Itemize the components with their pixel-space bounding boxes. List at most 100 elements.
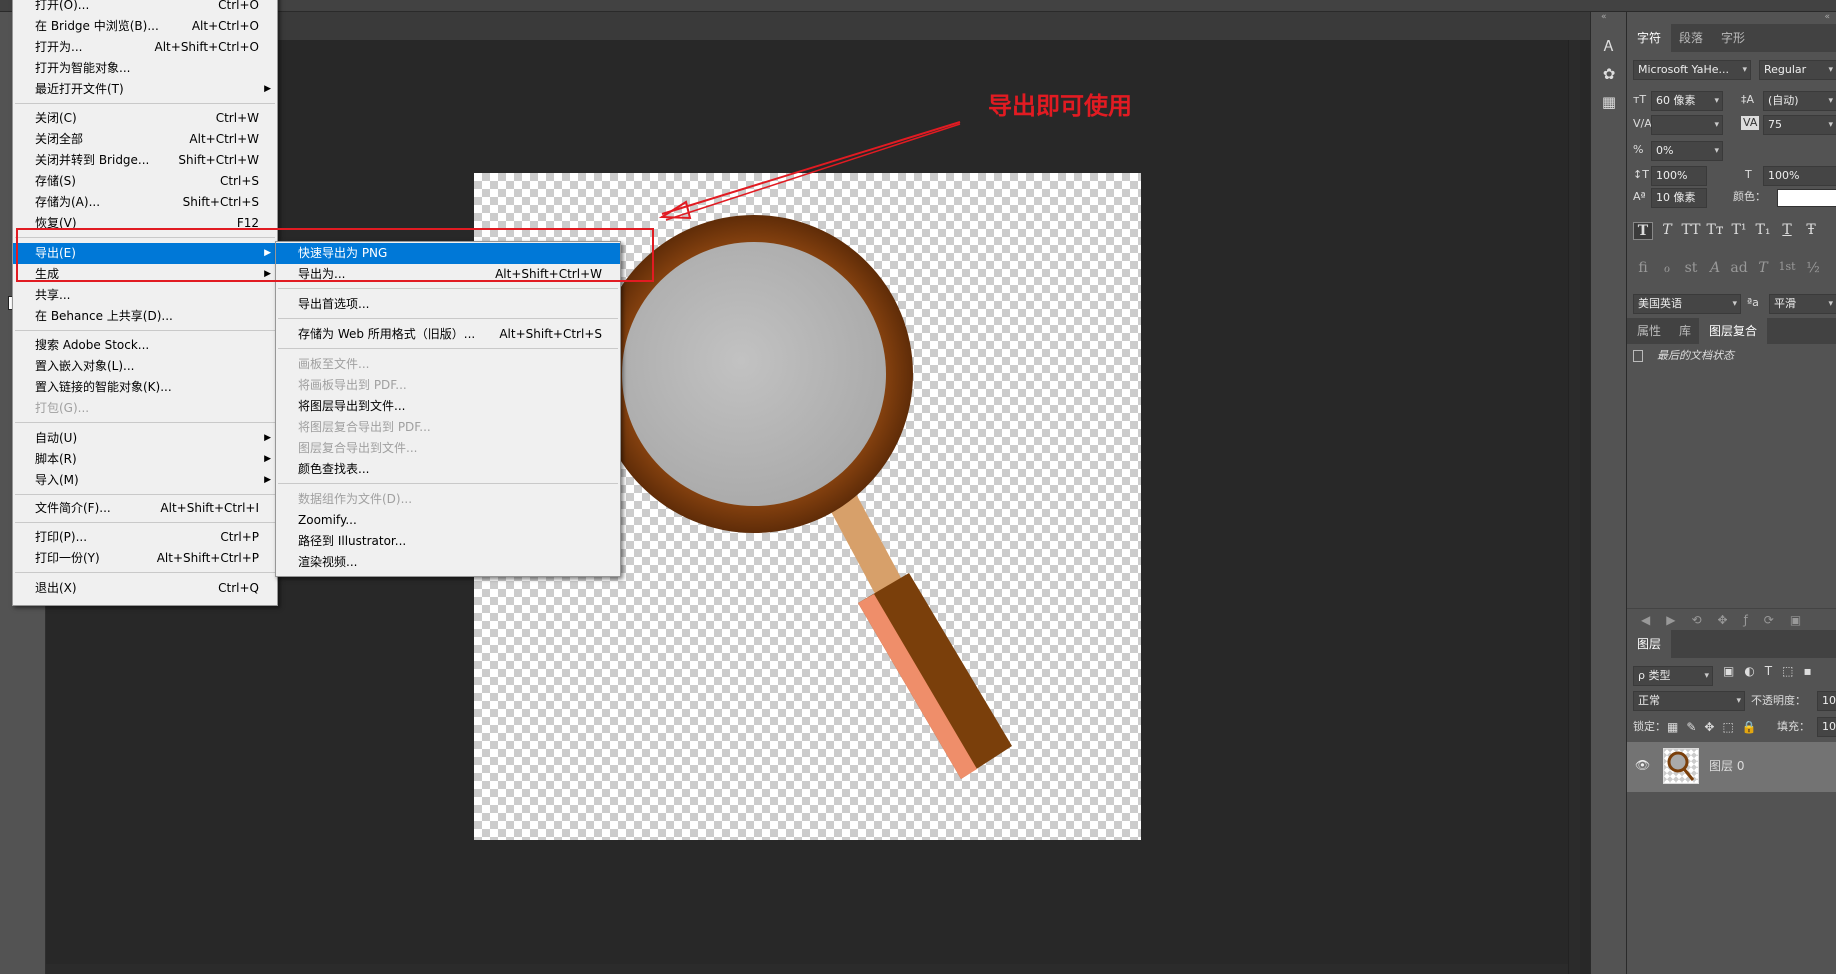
menu-item-automate[interactable]: 自动(U) ▶ <box>13 428 277 449</box>
blend-mode-select[interactable]: 正常 ▾ <box>1633 691 1745 711</box>
menu-item-layers-to-files[interactable]: 将图层导出到文件... <box>276 396 620 417</box>
menu-item-export-preferences[interactable]: 导出首选项... <box>276 294 620 315</box>
menu-item-layer-comps-to-pdf[interactable]: 将图层复合导出到 PDF... <box>276 417 620 438</box>
fractions-button[interactable]: ½ <box>1803 260 1823 276</box>
horizontal-scale-field[interactable]: 100% <box>1763 166 1836 186</box>
menu-separator <box>278 483 618 484</box>
faux-italic-button[interactable]: T <box>1657 222 1677 238</box>
menu-item-render-video[interactable]: 渲染视频... <box>276 552 620 573</box>
menu-item-close-all[interactable]: 关闭全部 Alt+Ctrl+W <box>13 129 277 150</box>
menu-item-artboards-to-files[interactable]: 画板至文件... <box>276 354 620 375</box>
menu-item-import[interactable]: 导入(M) ▶ <box>13 470 277 491</box>
tsume-field[interactable]: 0% ▾ <box>1651 141 1723 161</box>
opacity-field[interactable]: 100% <box>1817 691 1836 711</box>
menu-item-open-smart-object[interactable]: 打开为智能对象... <box>13 58 277 79</box>
grid-icon[interactable]: ▦ <box>1599 92 1619 112</box>
menu-separator <box>15 522 275 523</box>
lock-buttons[interactable]: ▦✎✥⬚🔒 <box>1667 717 1765 737</box>
tab-layer-comps[interactable]: 图层复合 <box>1699 318 1768 344</box>
layer-name[interactable]: 图层 0 <box>1709 756 1744 776</box>
chevron-down-icon: ▾ <box>1828 96 1833 106</box>
menu-item-save-as[interactable]: 存储为(A)... Shift+Ctrl+S <box>13 192 277 213</box>
menu-item-artboards-to-pdf[interactable]: 将画板导出到 PDF... <box>276 375 620 396</box>
file-menu: 打开(O)... Ctrl+O 在 Bridge 中浏览(B)... Alt+Ctr… <box>12 0 278 606</box>
stylistic-alternates-button[interactable]: ad <box>1729 260 1749 276</box>
menu-item-print[interactable]: 打印(P)... Ctrl+P <box>13 527 277 548</box>
character-panel-icon[interactable]: Ꭺ <box>1599 36 1619 56</box>
kerning-field[interactable]: ▾ <box>1651 115 1723 135</box>
vertical-scale-field[interactable]: 100% <box>1651 166 1707 186</box>
layer-filter-select[interactable]: ρ 类型 ▾ <box>1633 666 1713 686</box>
layer-row[interactable]: 👁 图层 0 <box>1627 742 1836 792</box>
character-panel-tabs: 字符 段落 字形 <box>1627 24 1836 52</box>
menu-item-save-for-web[interactable]: 存储为 Web 所用格式（旧版）... Alt+Shift+Ctrl+S <box>276 324 620 345</box>
menu-item-data-sets-as-files[interactable]: 数据组作为文件(D)... <box>276 489 620 510</box>
text-color-swatch[interactable] <box>1777 189 1836 207</box>
collapse-icon[interactable]: « <box>1601 12 1607 22</box>
menu-item-package[interactable]: 打包(G)... <box>13 398 277 419</box>
menu-item-paths-to-illustrator[interactable]: 路径到 Illustrator... <box>276 531 620 552</box>
titling-alternates-button[interactable]: T <box>1753 260 1773 276</box>
tab-properties[interactable]: 属性 <box>1627 318 1671 344</box>
last-document-state[interactable]: 最后的文档状态 <box>1657 346 1734 366</box>
layer-filter-buttons[interactable]: ▣◐T⬚▪ <box>1723 664 1822 678</box>
strikethrough-button[interactable]: Ŧ <box>1801 222 1821 238</box>
menu-item-zoomify[interactable]: Zoomify... <box>276 510 620 531</box>
tab-libraries[interactable]: 库 <box>1669 318 1701 344</box>
menu-item-save[interactable]: 存储(S) Ctrl+S <box>13 171 277 192</box>
contextual-alternates-button[interactable]: ℴ <box>1657 260 1677 276</box>
baseline-shift-field[interactable]: 10 像素 <box>1651 188 1707 208</box>
small-caps-button[interactable]: Tт <box>1705 222 1725 238</box>
menu-item-close-to-bridge[interactable]: 关闭并转到 Bridge... Shift+Ctrl+W <box>13 150 277 171</box>
vertical-scrollbar[interactable] <box>1568 40 1580 974</box>
tracking-field[interactable]: 75 ▾ <box>1763 115 1836 135</box>
menu-item-exit[interactable]: 退出(X) Ctrl+Q <box>13 578 277 599</box>
ordinals-button[interactable]: 1st <box>1777 260 1797 273</box>
language-select[interactable]: 美国英语 ▾ <box>1633 294 1741 314</box>
tab-layers[interactable]: 图层 <box>1627 630 1672 658</box>
menu-item-open[interactable]: 打开(O)... Ctrl+O <box>13 0 277 16</box>
menu-item-browse-bridge[interactable]: 在 Bridge 中浏览(B)... Alt+Ctrl+O <box>13 16 277 37</box>
collapse-icon[interactable]: « <box>1824 12 1830 22</box>
menu-item-close[interactable]: 关闭(C) Ctrl+W <box>13 108 277 129</box>
horizontal-scrollbar[interactable] <box>46 964 1568 974</box>
menu-item-search-stock[interactable]: 搜索 Adobe Stock... <box>13 335 277 356</box>
menu-item-file-info[interactable]: 文件简介(F)... Alt+Shift+Ctrl+I <box>13 498 277 519</box>
magnifier-handle <box>858 573 1012 779</box>
all-caps-button[interactable]: TT <box>1681 222 1701 238</box>
font-style-select[interactable]: Regular ▾ <box>1759 60 1836 80</box>
underline-button[interactable]: T <box>1777 222 1797 238</box>
brush-settings-icon[interactable]: ✿ <box>1599 64 1619 84</box>
tab-paragraph[interactable]: 段落 <box>1669 24 1713 52</box>
menu-item-scripts[interactable]: 脚本(R) ▶ <box>13 449 277 470</box>
menu-item-place-linked[interactable]: 置入链接的智能对象(K)... <box>13 377 277 398</box>
chevron-down-icon: ▾ <box>1714 96 1719 106</box>
menu-item-layer-comps-to-files[interactable]: 图层复合导出到文件... <box>276 438 620 459</box>
tab-glyphs[interactable]: 字形 <box>1711 24 1755 52</box>
eye-icon[interactable]: 👁 <box>1635 758 1650 772</box>
menu-item-color-lookup-tables[interactable]: 颜色查找表... <box>276 459 620 480</box>
discretionary-ligatures-button[interactable]: st <box>1681 260 1701 276</box>
antialias-select[interactable]: 平滑 ▾ <box>1769 294 1836 314</box>
chevron-down-icon: ▾ <box>1732 299 1737 309</box>
tab-character[interactable]: 字符 <box>1627 24 1672 52</box>
swash-button[interactable]: A <box>1705 260 1725 276</box>
font-family-select[interactable]: Microsoft YaHe... ▾ <box>1633 60 1751 80</box>
tsume-icon: % <box>1633 143 1644 156</box>
menu-item-share-behance[interactable]: 在 Behance 上共享(D)... <box>13 306 277 327</box>
leading-field[interactable]: (自动) ▾ <box>1763 91 1836 111</box>
menu-separator <box>15 572 275 573</box>
menu-item-recent-files[interactable]: 最近打开文件(T) ▶ <box>13 79 277 100</box>
ligatures-button[interactable]: fi <box>1633 260 1653 276</box>
faux-bold-button[interactable]: T <box>1633 222 1653 240</box>
layer-comps-footer-buttons[interactable]: ◀▶⟲✥ƒ⟳▣ <box>1627 608 1836 632</box>
layer-thumbnail <box>1663 748 1699 784</box>
menu-item-print-one[interactable]: 打印一份(Y) Alt+Shift+Ctrl+P <box>13 548 277 569</box>
fill-field[interactable]: 100% <box>1817 717 1836 737</box>
menu-item-share[interactable]: 共享... <box>13 285 277 306</box>
font-size-field[interactable]: 60 像素 ▾ <box>1651 91 1723 111</box>
menu-item-place-embedded[interactable]: 置入嵌入对象(L)... <box>13 356 277 377</box>
superscript-button[interactable]: T¹ <box>1729 222 1749 238</box>
subscript-button[interactable]: T₁ <box>1753 222 1773 238</box>
menu-item-open-as[interactable]: 打开为... Alt+Shift+Ctrl+O <box>13 37 277 58</box>
